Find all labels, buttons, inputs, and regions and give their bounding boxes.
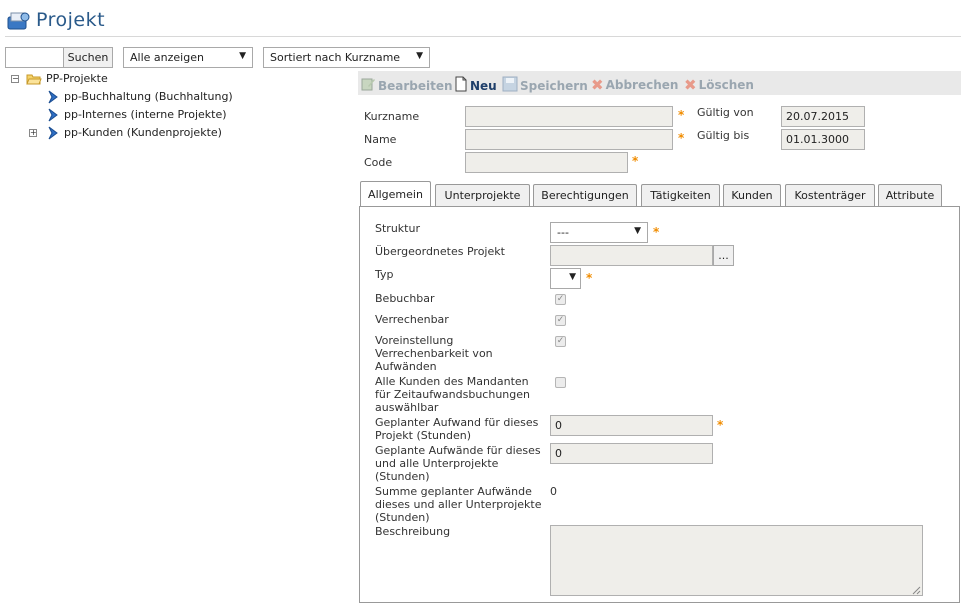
save-icon (502, 76, 518, 95)
description-label: Beschreibung (375, 525, 451, 538)
required-mark: * (717, 418, 724, 432)
tree-item-buchhaltung[interactable]: pp-Buchhaltung (Buchhaltung) (64, 90, 233, 103)
all-customers-label: Alle Kunden des Mandanten für Zeitaufwan… (375, 375, 530, 414)
required-mark: * (632, 154, 639, 168)
planned-effort-field[interactable]: 0 (550, 415, 713, 436)
name-label: Name (364, 133, 397, 146)
valid-to-field[interactable]: 01.01.3000 (781, 129, 865, 150)
struktur-select[interactable]: --- ▼ (550, 222, 648, 243)
tab-taetigkeiten[interactable]: Tätigkeiten (641, 184, 720, 206)
valid-to-label: Gültig bis (697, 129, 750, 142)
valid-from-label: Gültig von (697, 106, 754, 119)
planned-all-label: Geplante Aufwände für dieses und alle Un… (375, 444, 541, 483)
header-divider (5, 36, 961, 37)
page-title: Projekt (36, 9, 106, 31)
valid-from-field[interactable]: 20.07.2015 (781, 106, 865, 127)
all-customers-checkbox[interactable] (555, 377, 566, 388)
dropdown-arrow-icon: ▼ (239, 51, 246, 61)
tab-kostentraeger[interactable]: Kostenträger (785, 184, 875, 206)
search-input[interactable] (5, 47, 64, 68)
edit-icon (360, 76, 376, 95)
new-document-icon (454, 76, 468, 95)
new-button[interactable]: Neu (454, 76, 497, 95)
bookable-label: Bebuchbar (375, 292, 435, 305)
cancel-x-icon: ✖ (591, 76, 604, 94)
tree-item-internes[interactable]: pp-Internes (interne Projekte) (64, 108, 227, 121)
required-mark: * (586, 271, 593, 285)
delete-button[interactable]: ✖ Löschen (684, 76, 754, 94)
kurzname-input[interactable] (465, 106, 673, 127)
save-button[interactable]: Speichern (502, 76, 588, 95)
collapse-toggle-icon[interactable]: − (11, 75, 19, 83)
filter-select-value: Alle anzeigen (130, 51, 204, 64)
project-arrow-icon (46, 108, 60, 122)
filter-select[interactable]: Alle anzeigen ▼ (123, 47, 253, 68)
bookable-checkbox[interactable]: ✓ (555, 294, 566, 305)
struktur-label: Struktur (375, 222, 420, 235)
billable-label: Verrechenbar (375, 313, 449, 326)
project-arrow-icon (46, 90, 60, 104)
parent-project-field (550, 245, 713, 266)
tab-unterprojekte[interactable]: Unterprojekte (435, 184, 530, 206)
planned-effort-label: Geplanter Aufwand für dieses Projekt (St… (375, 416, 539, 442)
tab-kunden[interactable]: Kunden (723, 184, 781, 206)
name-input[interactable] (465, 129, 673, 150)
sum-planned-value: 0 (550, 485, 557, 498)
dropdown-arrow-icon: ▼ (569, 272, 576, 282)
required-mark: * (653, 225, 660, 239)
delete-x-icon: ✖ (684, 76, 697, 94)
project-icon (6, 11, 30, 31)
description-textarea[interactable] (550, 525, 923, 596)
cancel-button[interactable]: ✖ Abbrechen (591, 76, 678, 94)
sum-planned-label: Summe geplanter Aufwände dieses und alle… (375, 485, 542, 524)
typ-label: Typ (375, 268, 394, 281)
tab-berechtigungen[interactable]: Berechtigungen (533, 184, 637, 206)
default-billable-label: Voreinstellung Verrechenbarkeit von Aufw… (375, 334, 493, 373)
parent-project-label: Übergeordnetes Projekt (375, 245, 505, 258)
resize-handle-icon[interactable] (912, 585, 921, 595)
edit-button[interactable]: Bearbeiten (360, 76, 453, 95)
billable-checkbox[interactable]: ✓ (555, 315, 566, 326)
typ-select[interactable]: ▼ (550, 268, 581, 289)
sort-select-value: Sortiert nach Kurzname (270, 51, 401, 64)
planned-all-field[interactable]: 0 (550, 443, 713, 464)
required-mark: * (678, 108, 685, 122)
kurzname-label: Kurzname (364, 110, 420, 123)
search-button[interactable]: Suchen (63, 47, 113, 68)
tree-item-kunden[interactable]: pp-Kunden (Kundenprojekte) (64, 126, 222, 139)
dropdown-arrow-icon: ▼ (634, 226, 641, 236)
code-input[interactable] (465, 152, 628, 173)
required-mark: * (678, 131, 685, 145)
expand-toggle-icon[interactable]: + (29, 129, 37, 137)
sort-select[interactable]: Sortiert nach Kurzname ▼ (263, 47, 430, 68)
project-arrow-icon (46, 126, 60, 140)
tab-attribute[interactable]: Attribute (878, 184, 942, 206)
default-billable-checkbox[interactable]: ✓ (555, 336, 566, 347)
tree-root[interactable]: PP-Projekte (46, 72, 108, 85)
code-label: Code (364, 156, 393, 169)
browse-button[interactable]: ... (713, 245, 734, 266)
tab-allgemein[interactable]: Allgemein (360, 181, 431, 207)
folder-open-icon (26, 72, 42, 86)
dropdown-arrow-icon: ▼ (416, 51, 423, 61)
struktur-select-value: --- (557, 226, 569, 239)
